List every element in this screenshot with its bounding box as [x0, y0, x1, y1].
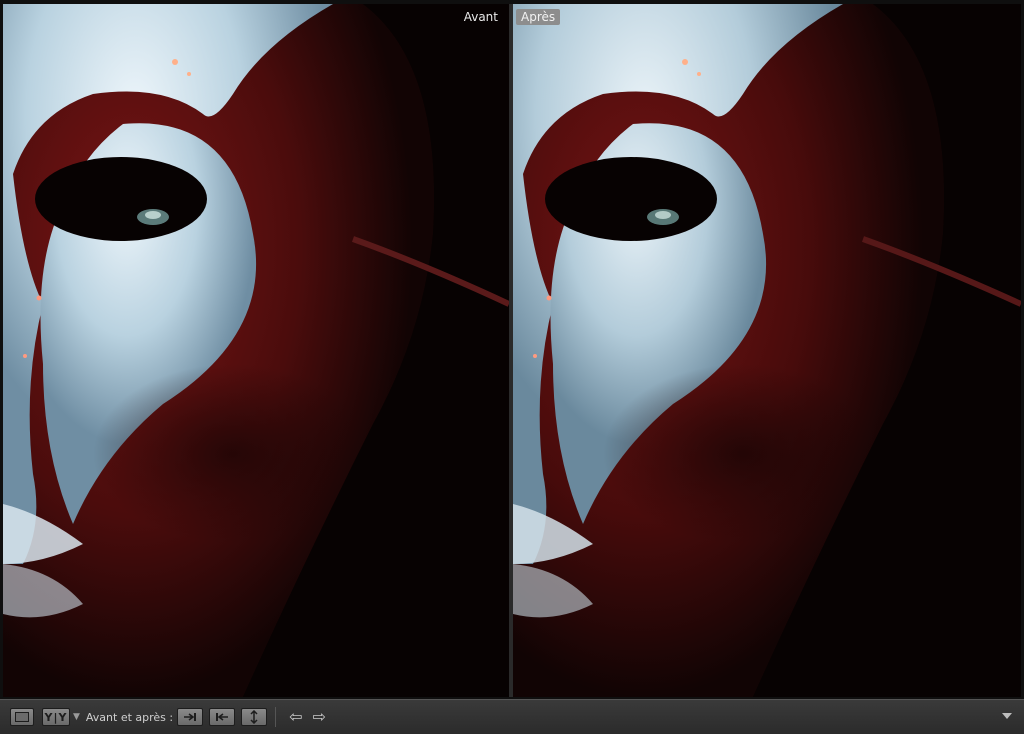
- before-after-view: Avant Après: [0, 0, 1024, 699]
- before-pane[interactable]: Avant: [3, 4, 509, 697]
- swap-before-after-icon: [247, 710, 261, 724]
- after-pane[interactable]: Après: [513, 4, 1021, 697]
- loupe-view-icon: [15, 712, 29, 722]
- before-photo: [3, 4, 509, 697]
- copy-after-to-before-icon: [215, 712, 229, 722]
- compare-toolbar: Y|Y ▼ Avant et après : ⇦ ⇨: [0, 699, 1024, 734]
- before-label: Avant: [463, 10, 498, 24]
- loupe-view-button[interactable]: [10, 708, 34, 726]
- after-label: Après: [516, 9, 561, 25]
- toolbar-separator: [275, 707, 277, 727]
- arrow-left-icon[interactable]: ⇦: [289, 709, 302, 725]
- toolbar-menu-triangle-icon[interactable]: [1002, 713, 1012, 719]
- copy-before-to-after-button[interactable]: [177, 708, 204, 726]
- before-after-yy-icon: Y|Y: [44, 710, 68, 724]
- after-photo: [513, 4, 1021, 697]
- chevron-down-icon[interactable]: ▼: [73, 712, 80, 722]
- compare-mode-label: Avant et après :: [85, 710, 174, 724]
- copy-after-to-before-button[interactable]: [209, 708, 236, 726]
- arrow-right-icon[interactable]: ⇨: [313, 709, 326, 725]
- swap-before-after-button[interactable]: [241, 708, 268, 726]
- copy-before-to-after-icon: [183, 712, 197, 722]
- before-after-yy-button[interactable]: Y|Y: [42, 708, 70, 726]
